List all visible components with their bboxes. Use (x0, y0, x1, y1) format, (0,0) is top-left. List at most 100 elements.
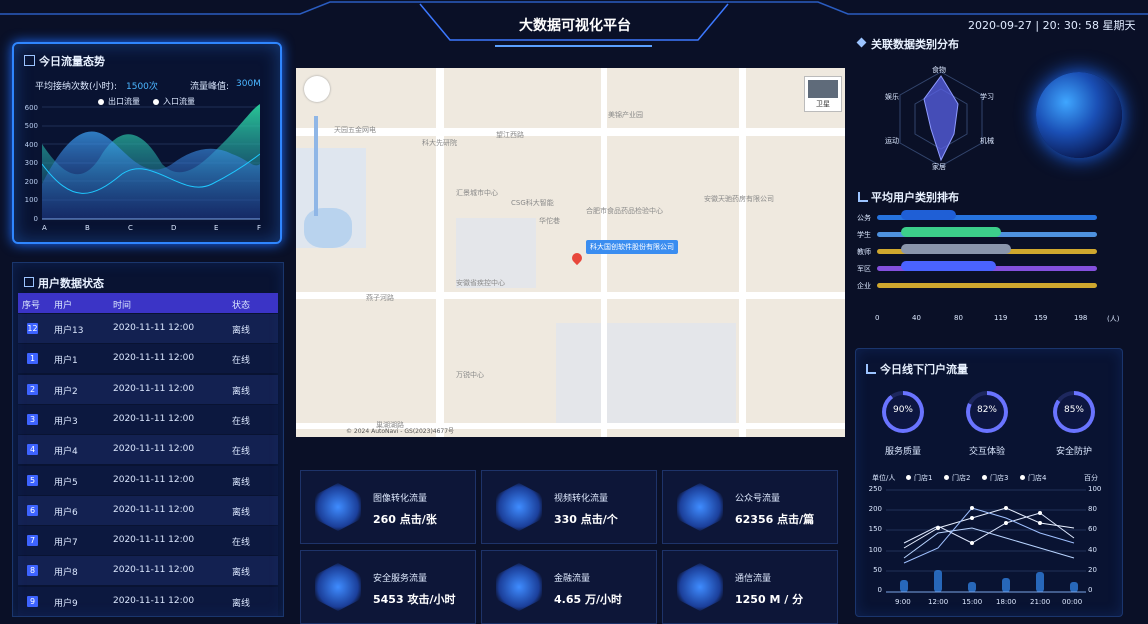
quality-ring: 90% (882, 391, 924, 433)
users-icon (24, 277, 34, 287)
stat-card[interactable]: 安全服务流量 5453 攻击/小时 (300, 550, 476, 624)
traffic-title: 今日流量态势 (39, 55, 105, 68)
datetime: 2020-09-27 | 20: 30: 58 星期天 (968, 19, 1136, 32)
offline-unit: 单位/人 (872, 474, 896, 482)
row-status: 离线 (232, 507, 251, 518)
row-status: 离线 (232, 386, 251, 397)
row-user: 用户9 (54, 598, 78, 609)
rank-bar-track (877, 283, 1097, 288)
row-status: 在线 (232, 356, 251, 367)
card-value: 4.65 万/小时 (554, 593, 622, 606)
row-time: 2020-11-11 12:00 (113, 565, 195, 576)
table-row[interactable]: 9 用户9 2020-11-11 12:00 离线 (18, 586, 278, 616)
stat-card[interactable]: 视频转化流量 330 点击/个 (481, 470, 657, 544)
row-user: 用户13 (54, 326, 84, 336)
table-row[interactable]: 12 用户13 2020-11-11 12:00 离线 (18, 314, 278, 343)
map-road (739, 68, 746, 437)
quality-ring: 85% (1053, 391, 1095, 433)
table-row[interactable]: 2 用户2 2020-11-11 12:00 离线 (18, 374, 278, 404)
row-index-badge: 6 (27, 504, 38, 516)
stat-card[interactable]: 金融流量 4.65 万/小时 (481, 550, 657, 624)
ring-value: 82% (976, 405, 997, 415)
radar-chart (899, 71, 983, 167)
rank-bar (901, 227, 1001, 237)
card-title: 安全服务流量 (373, 574, 428, 584)
layer-thumb-icon (808, 80, 838, 98)
map-label: 美锦产业园 (608, 111, 643, 119)
row-user: 用户2 (54, 386, 78, 397)
map-view[interactable]: 科大先研院 望江西路 美锦产业园 汇景城市中心 CSG科大智能 合肥市食品药品检… (296, 68, 845, 437)
row-time: 2020-11-11 12:00 (113, 444, 195, 455)
ring-label: 交互体验 (968, 447, 1005, 457)
card-hex-icon (496, 483, 542, 531)
offline-x-axis: 9:00 12:00 15:00 18:00 21:00 00:00 (895, 598, 1083, 606)
card-hex-icon (496, 563, 542, 611)
table-row[interactable]: 4 用户4 2020-11-11 12:00 在线 (18, 435, 278, 465)
ring-value: 85% (1063, 405, 1084, 415)
map-layer-button[interactable]: 卫星 (804, 76, 842, 112)
card-value: 260 点击/张 (373, 513, 437, 526)
offline-icon (866, 364, 876, 374)
table-row[interactable]: 6 用户6 2020-11-11 12:00 离线 (18, 495, 278, 525)
card-hex-icon (677, 483, 723, 531)
stat-card[interactable]: 图像转化流量 260 点击/张 (300, 470, 476, 544)
row-time: 2020-11-11 12:00 (113, 535, 195, 546)
avg-label: 平均接纳次数(小时): (35, 82, 118, 92)
offline-legend: 门店1 门店2 门店3 门店4 (906, 473, 1086, 483)
row-time: 2020-11-11 12:00 (113, 383, 195, 394)
map-lake (304, 208, 352, 248)
page-title: 大数据可视化平台 (519, 18, 631, 34)
map-zoom-slider[interactable] (314, 116, 318, 216)
map-label: 科大先研院 (422, 139, 457, 147)
row-index-badge: 12 (27, 323, 38, 334)
card-hex-icon (677, 563, 723, 611)
peak-label: 流量峰值: (190, 82, 230, 92)
offline-title: 今日线下门户流量 (880, 363, 968, 376)
radar-label: 学习 (980, 93, 994, 101)
table-row[interactable]: 5 用户5 2020-11-11 12:00 离线 (18, 465, 278, 495)
table-row[interactable]: 1 用户1 2020-11-11 12:00 在线 (18, 344, 278, 374)
rank-label: 教师 (857, 248, 871, 256)
ranking-axis: 0 40 80 119 159 198 (人) (875, 314, 1120, 323)
avg-value: 1500次 (126, 82, 158, 92)
users-title: 用户数据状态 (38, 277, 104, 290)
table-row[interactable]: 8 用户8 2020-11-11 12:00 离线 (18, 556, 278, 586)
map-compass-icon[interactable] (304, 76, 330, 102)
row-status: 在线 (232, 447, 251, 458)
row-time: 2020-11-11 12:00 (113, 413, 195, 424)
map-label: CSG科大智能 (511, 199, 554, 207)
row-user: 用户8 (54, 568, 78, 579)
stat-card[interactable]: 通信流量 1250 M / 分 (662, 550, 838, 624)
card-value: 62356 点击/篇 (735, 513, 815, 526)
map-popup[interactable]: 科大国创软件股份有限公司 (586, 240, 678, 254)
card-value: 330 点击/个 (554, 513, 618, 526)
table-row[interactable]: 7 用户7 2020-11-11 12:00 在线 (18, 526, 278, 556)
map-label: 合肥市食品药品检验中心 (586, 207, 663, 215)
traffic-area-chart (42, 104, 260, 220)
chart-icon (24, 55, 35, 66)
map-label: 万锐中心 (456, 371, 484, 379)
row-index-badge: 2 (27, 383, 38, 395)
rank-label: 军区 (857, 265, 871, 273)
map-road (436, 68, 444, 437)
row-status: 在线 (232, 416, 251, 427)
rank-label: 公务 (857, 214, 871, 222)
offline-line-chart (886, 489, 1086, 593)
row-status: 离线 (232, 326, 251, 336)
row-index-badge: 3 (27, 413, 38, 425)
map-road (296, 128, 845, 136)
map-label: 望江西路 (496, 131, 524, 139)
row-index-badge: 9 (27, 595, 38, 607)
row-user: 用户4 (54, 447, 78, 458)
offline-y-right: 100 80 60 40 20 0 (1088, 485, 1102, 594)
row-index-badge: 5 (27, 474, 38, 486)
radar-label: 食物 (932, 66, 946, 74)
table-row[interactable]: 3 用户3 2020-11-11 12:00 在线 (18, 404, 278, 434)
map-label: 汇景城市中心 (456, 189, 498, 197)
stat-card[interactable]: 公众号流量 62356 点击/篇 (662, 470, 838, 544)
offline-right-label: 百分 (1084, 474, 1098, 482)
rank-bar (901, 210, 956, 220)
map-pin-icon[interactable] (569, 250, 585, 266)
row-index-badge: 4 (27, 444, 38, 456)
offline-y-left: 250 200 150 100 50 0 (868, 485, 882, 594)
